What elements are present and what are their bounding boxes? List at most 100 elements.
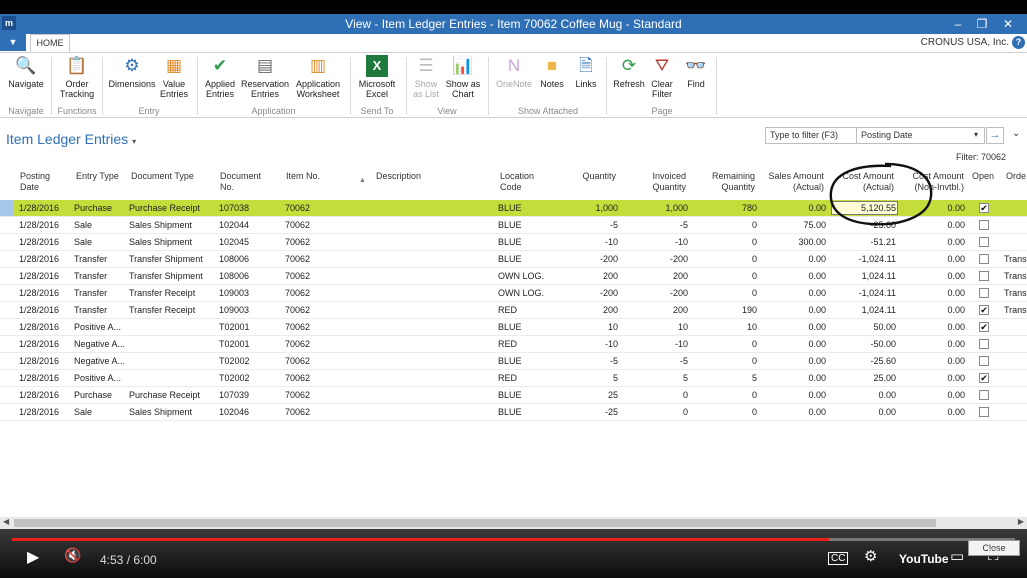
cell-posting-date: 1/28/2016 — [19, 237, 60, 247]
table-row[interactable]: 1/28/2016 Transfer Transfer Receipt 109003 7… — [0, 285, 1027, 302]
col-description[interactable]: Description — [376, 171, 421, 199]
col-quantity[interactable]: Quantity — [560, 171, 616, 199]
value-entries-button[interactable]: ▦ Value Entries — [158, 55, 190, 105]
binoculars-icon: 👓 — [685, 56, 707, 75]
scroll-right-icon[interactable]: ▶ — [1018, 517, 1024, 526]
fullscreen-icon[interactable]: ⛶ — [988, 547, 999, 564]
cell-posting-date: 1/28/2016 — [19, 288, 60, 298]
dimensions-button[interactable]: ⚙ Dimensions — [106, 55, 158, 105]
filter-field-select[interactable]: Posting Date — [861, 130, 913, 140]
youtube-logo[interactable]: YouTube — [899, 552, 949, 566]
video-progress-bar[interactable] — [12, 538, 1015, 541]
table-row[interactable]: 1/28/2016 Sale Sales Shipment 102046 70062 BL… — [0, 404, 1027, 421]
col-remaining-quantity[interactable]: Remaining Quantity — [698, 171, 755, 199]
col-invoiced-quantity[interactable]: Invoiced Quantity — [630, 171, 686, 199]
col-document-type[interactable]: Document Type — [131, 171, 194, 199]
table-row[interactable]: 1/28/2016 Positive A... T02002 70062 RED 5 5 5 0… — [0, 370, 1027, 387]
help-icon[interactable]: ? — [1012, 36, 1025, 49]
applied-entries-button[interactable]: ✔ Applied Entries — [201, 55, 239, 105]
table-row[interactable]: 1/28/2016 Negative A... T02001 70062 RED -10 -… — [0, 336, 1027, 353]
table-row[interactable]: 1/28/2016 Positive A... T02001 70062 BLUE 10 1… — [0, 319, 1027, 336]
close-icon[interactable]: ✕ — [998, 16, 1018, 32]
col-posting-date[interactable]: Posting Date — [20, 171, 50, 199]
captions-icon[interactable]: CC — [828, 552, 849, 565]
table-row[interactable]: 1/28/2016 Transfer Transfer Shipment 108006… — [0, 251, 1027, 268]
cell-posting-date: 1/28/2016 — [19, 203, 60, 213]
ribbon-divider — [406, 57, 407, 115]
show-as-list-button[interactable]: ☰ Show as List — [410, 55, 442, 105]
onenote-label: OneNote — [495, 79, 533, 89]
col-open[interactable]: Open — [972, 171, 994, 199]
show-as-chart-button[interactable]: 📊 Show as Chart — [444, 55, 482, 105]
col-order-type[interactable]: Orde — [1006, 171, 1026, 199]
mute-icon[interactable]: 🔇 — [64, 547, 81, 564]
open-checkbox-checked[interactable]: ✔ — [979, 322, 989, 332]
chevron-down-icon[interactable]: ▾ — [132, 137, 136, 146]
filter-go-button[interactable]: → — [986, 127, 1004, 144]
table-row[interactable]: 1/28/2016 Transfer Transfer Shipment 108006… — [0, 268, 1027, 285]
collapse-icon[interactable]: ⌄ — [1012, 128, 1020, 139]
open-checkbox[interactable] — [979, 237, 989, 247]
col-item-no[interactable]: Item No. — [286, 171, 320, 199]
order-tracking-label: Order — [65, 79, 89, 89]
row-selector[interactable] — [0, 200, 14, 216]
company-name[interactable]: CRONUS USA, Inc. — [921, 37, 1009, 48]
app-menu-button[interactable]: ▼ — [0, 34, 26, 51]
scroll-left-icon[interactable]: ◀ — [3, 517, 9, 526]
open-checkbox[interactable] — [979, 339, 989, 349]
settings-icon[interactable]: ⚙ — [864, 547, 877, 565]
refresh-button[interactable]: ⟳ Refresh — [610, 55, 648, 105]
cell-item-no: 70062 — [285, 356, 311, 366]
open-checkbox-checked[interactable]: ✔ — [979, 203, 989, 213]
open-checkbox-checked[interactable]: ✔ — [979, 305, 989, 315]
application-worksheet-button[interactable]: ▥ Application Worksheet — [292, 55, 344, 105]
chevron-down-icon[interactable]: ▾ — [974, 130, 978, 139]
open-checkbox[interactable] — [979, 407, 989, 417]
play-icon[interactable]: ▶ — [27, 547, 39, 567]
notes-button[interactable]: ■ Notes — [538, 55, 566, 105]
cell-entry-type: Transfer — [74, 288, 108, 298]
open-checkbox[interactable] — [979, 390, 989, 400]
reservation-entries-button[interactable]: ▤ Reservation Entries — [241, 55, 289, 105]
open-checkbox-checked[interactable]: ✔ — [979, 373, 989, 383]
table-row[interactable]: 1/28/2016 Sale Sales Shipment 102045 70062 BL… — [0, 234, 1027, 251]
col-document-no[interactable]: Document No. — [220, 171, 261, 199]
cell-document-no: 108006 — [219, 271, 250, 281]
links-icon: 🗎 — [579, 56, 593, 75]
order-tracking-button[interactable]: 📋 Order Tracking — [55, 55, 99, 105]
page-title[interactable]: Item Ledger Entries ▾ — [6, 131, 136, 147]
cast-icon[interactable]: ▭ — [950, 547, 964, 565]
filter-box[interactable]: Type to filter (F3) Posting Date ▾ — [765, 127, 985, 144]
cell-document-type: Transfer Shipment — [129, 254, 203, 264]
col-location-code[interactable]: Location Code — [500, 171, 534, 199]
value-entries-label-2: Entries — [159, 89, 188, 99]
cell-location-code: BLUE — [498, 356, 522, 366]
open-checkbox[interactable] — [979, 288, 989, 298]
cell-quantity: 25 — [607, 390, 618, 400]
open-checkbox[interactable] — [979, 356, 989, 366]
cell-remaining-quantity: 190 — [741, 305, 757, 315]
open-checkbox[interactable] — [979, 254, 989, 264]
restore-icon[interactable]: ❐ — [972, 16, 992, 32]
table-row[interactable]: 1/28/2016 Purchase Purchase Receipt 107039 7… — [0, 387, 1027, 404]
open-checkbox[interactable] — [979, 271, 989, 281]
col-entry-type[interactable]: Entry Type — [76, 171, 119, 199]
tab-home[interactable]: HOME — [30, 34, 70, 52]
onenote-button[interactable]: N OneNote — [494, 55, 534, 105]
group-navigate: Navigate — [8, 106, 44, 116]
table-row[interactable]: 1/28/2016 Transfer Transfer Receipt 109003 7… — [0, 302, 1027, 319]
minimize-icon[interactable]: – — [948, 16, 968, 32]
filter-input[interactable]: Type to filter (F3) — [770, 130, 838, 140]
microsoft-excel-button[interactable]: X Microsoft Excel — [354, 55, 400, 105]
scroll-thumb[interactable] — [14, 519, 936, 527]
open-checkbox[interactable] — [979, 220, 989, 230]
clear-filter-button[interactable]: ⛛ Clear Filter — [648, 55, 676, 105]
horizontal-scrollbar[interactable]: ◀ ▶ — [0, 517, 1027, 529]
cell-sales-amount: 0.00 — [808, 271, 826, 281]
find-button[interactable]: 👓 Find — [682, 55, 710, 105]
table-row[interactable]: 1/28/2016 Negative A... T02002 70062 BLUE -5 -… — [0, 353, 1027, 370]
links-button[interactable]: 🗎 Links — [572, 55, 600, 105]
navigate-button[interactable]: 🔍 Navigate — [4, 55, 48, 105]
col-sales-amount[interactable]: Sales Amount (Actual) — [760, 171, 824, 199]
cell-remaining-quantity: 780 — [741, 203, 757, 213]
